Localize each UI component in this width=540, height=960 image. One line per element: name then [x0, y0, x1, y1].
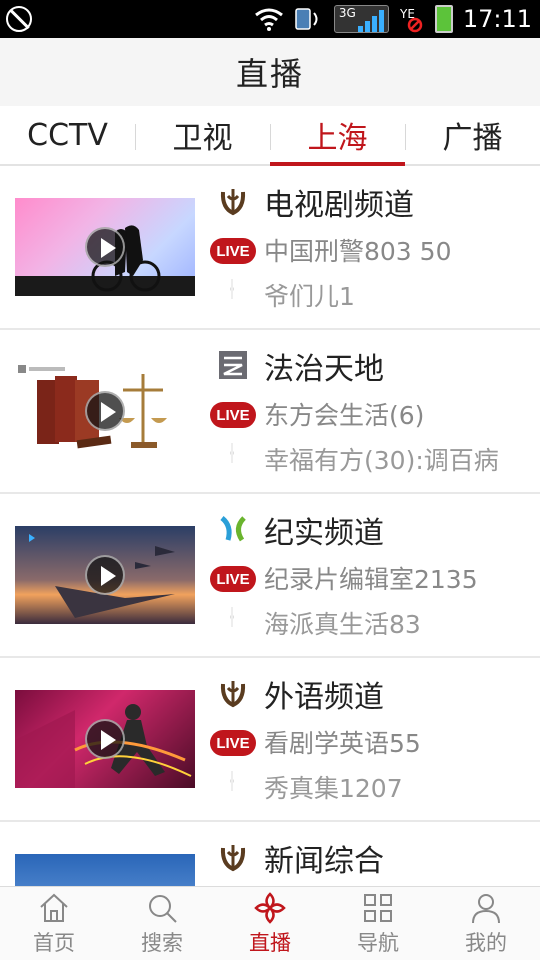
channel-thumbnail[interactable]: [15, 362, 195, 460]
channel-thumbnail[interactable]: [15, 690, 195, 788]
channel-thumbnail[interactable]: [15, 854, 195, 886]
current-program: 纪录片编辑室2135: [264, 565, 478, 594]
nav-me[interactable]: 我的: [432, 887, 540, 960]
timeline-dot-icon: [230, 607, 234, 627]
grid-icon: [364, 893, 392, 922]
channel-row[interactable]: 新闻综合: [0, 822, 540, 886]
tab-cctv[interactable]: CCTV: [0, 106, 135, 164]
tab-label: 卫视: [172, 121, 233, 156]
timeline-dot-icon: [230, 279, 234, 299]
current-program: 看剧学英语55: [264, 729, 421, 758]
wifi-icon: [254, 8, 283, 31]
next-program: 海派真生活83: [264, 610, 421, 639]
user-icon: [472, 893, 500, 923]
nav-guide[interactable]: 导航: [324, 887, 432, 960]
title-bar: 直播: [0, 38, 540, 106]
tab-label: CCTV: [27, 117, 108, 153]
no-disturb-icon: [6, 6, 32, 32]
live-knot-icon: [254, 891, 286, 924]
tab-satellite[interactable]: 卫视: [135, 106, 270, 164]
category-tabs: CCTV 卫视 上海 广播: [0, 106, 540, 166]
channel-row[interactable]: 法治天地 LIVE 东方会生活(6) 幸福有方(30):调百病: [0, 330, 540, 494]
dragon-logo-icon: [220, 189, 246, 216]
nav-home[interactable]: 首页: [0, 887, 108, 960]
channel-row[interactable]: 外语频道 LIVE 看剧学英语55 秀真集1207: [0, 658, 540, 822]
live-badge: LIVE: [210, 402, 256, 428]
nav-label: 我的: [465, 930, 507, 955]
volume-icon: [295, 8, 318, 30]
play-button[interactable]: [85, 719, 125, 759]
channel-row[interactable]: 电视剧频道 LIVE 中国刑警803 50 爷们儿1: [0, 166, 540, 330]
live-badge: LIVE: [210, 238, 256, 264]
current-program: 东方会生活(6): [264, 401, 425, 430]
tab-radio[interactable]: 广播: [405, 106, 540, 164]
home-icon: [40, 893, 68, 922]
channel-thumbnail[interactable]: [15, 526, 195, 624]
status-bar: 3G YE 17:11: [0, 0, 540, 38]
search-icon: [149, 894, 177, 923]
live-badge: LIVE: [210, 730, 256, 756]
timeline-dot-icon: [230, 771, 234, 791]
sim-icon: YE: [399, 7, 423, 33]
channel-list[interactable]: 电视剧频道 LIVE 中国刑警803 50 爷们儿1 法治天地 LIVE 东方会…: [0, 166, 540, 886]
nav-label: 搜索: [141, 930, 183, 955]
play-button[interactable]: [85, 227, 125, 267]
next-program: 爷们儿1: [264, 282, 355, 311]
nav-label: 直播: [249, 930, 291, 955]
channel-name: 外语频道: [264, 680, 384, 715]
battery-icon: [434, 5, 453, 33]
next-program: 幸福有方(30):调百病: [264, 446, 499, 475]
live-badge: LIVE: [210, 566, 256, 592]
nav-search[interactable]: 搜索: [108, 887, 216, 960]
play-button[interactable]: [85, 555, 125, 595]
channel-row[interactable]: 纪实频道 LIVE 纪录片编辑室2135 海派真生活83: [0, 494, 540, 658]
channel-name: 新闻综合: [264, 844, 384, 879]
channel-thumbnail[interactable]: [15, 198, 195, 296]
network-type-label: 3G: [338, 6, 356, 20]
nav-live[interactable]: 直播: [216, 887, 324, 960]
channel-name: 电视剧频道: [264, 188, 414, 223]
current-program: 中国刑警803 50: [264, 237, 452, 266]
fazhi-logo-icon: [219, 351, 247, 379]
channel-name: 法治天地: [264, 352, 384, 387]
timeline-dot-icon: [230, 443, 234, 463]
nav-label: 首页: [33, 930, 75, 955]
clock: 17:11: [462, 5, 532, 33]
tab-label: 上海: [307, 121, 368, 156]
dragon-logo-icon: [220, 681, 246, 708]
bottom-nav: 首页 搜索 直播 导航 我的: [0, 886, 540, 960]
signal-bars-icon: [357, 8, 384, 32]
play-button[interactable]: [85, 391, 125, 431]
page-title: 直播: [235, 55, 304, 93]
channel-name: 纪实频道: [264, 516, 384, 551]
dragon-logo-icon: [220, 845, 246, 872]
tab-shanghai[interactable]: 上海: [270, 106, 405, 166]
status-icons: 3G YE 17:11: [254, 0, 532, 38]
jishi-logo-icon: [220, 516, 246, 542]
next-program: 秀真集1207: [264, 774, 403, 803]
tab-label: 广播: [442, 121, 503, 156]
signal-indicator: 3G: [333, 5, 389, 33]
nav-label: 导航: [357, 930, 399, 955]
